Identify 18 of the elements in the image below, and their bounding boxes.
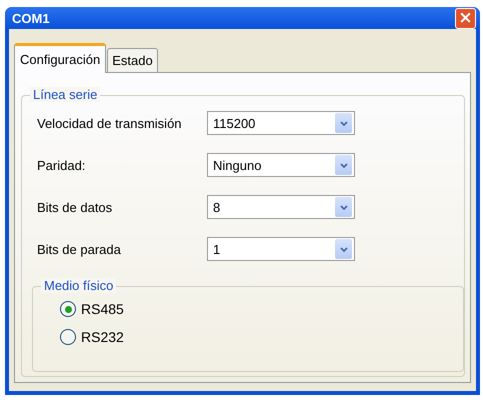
- window-title: COM1: [12, 10, 50, 26]
- field-label: Bits de datos: [37, 200, 114, 214]
- group-legend: Línea serie: [30, 87, 100, 102]
- radio-label[interactable]: RS232: [81, 329, 124, 345]
- field-label: Velocidad de transmisión: [37, 116, 183, 130]
- dropdown[interactable]: 1: [207, 237, 355, 261]
- tab[interactable]: Configuración: [14, 43, 106, 73]
- dropdown[interactable]: Ninguno: [207, 153, 355, 177]
- close-button[interactable]: ×: [455, 8, 476, 28]
- radio-button[interactable]: [60, 329, 76, 345]
- radio-button[interactable]: [60, 301, 76, 317]
- dropdown[interactable]: 115200: [207, 111, 355, 135]
- field-label: Paridad:: [37, 158, 86, 172]
- dropdown[interactable]: 8: [207, 195, 355, 219]
- tab[interactable]: Estado: [107, 48, 158, 72]
- radio-label[interactable]: RS485: [81, 301, 124, 317]
- group-legend: Medio físico: [41, 278, 116, 293]
- field-label: Bits de parada: [37, 242, 122, 256]
